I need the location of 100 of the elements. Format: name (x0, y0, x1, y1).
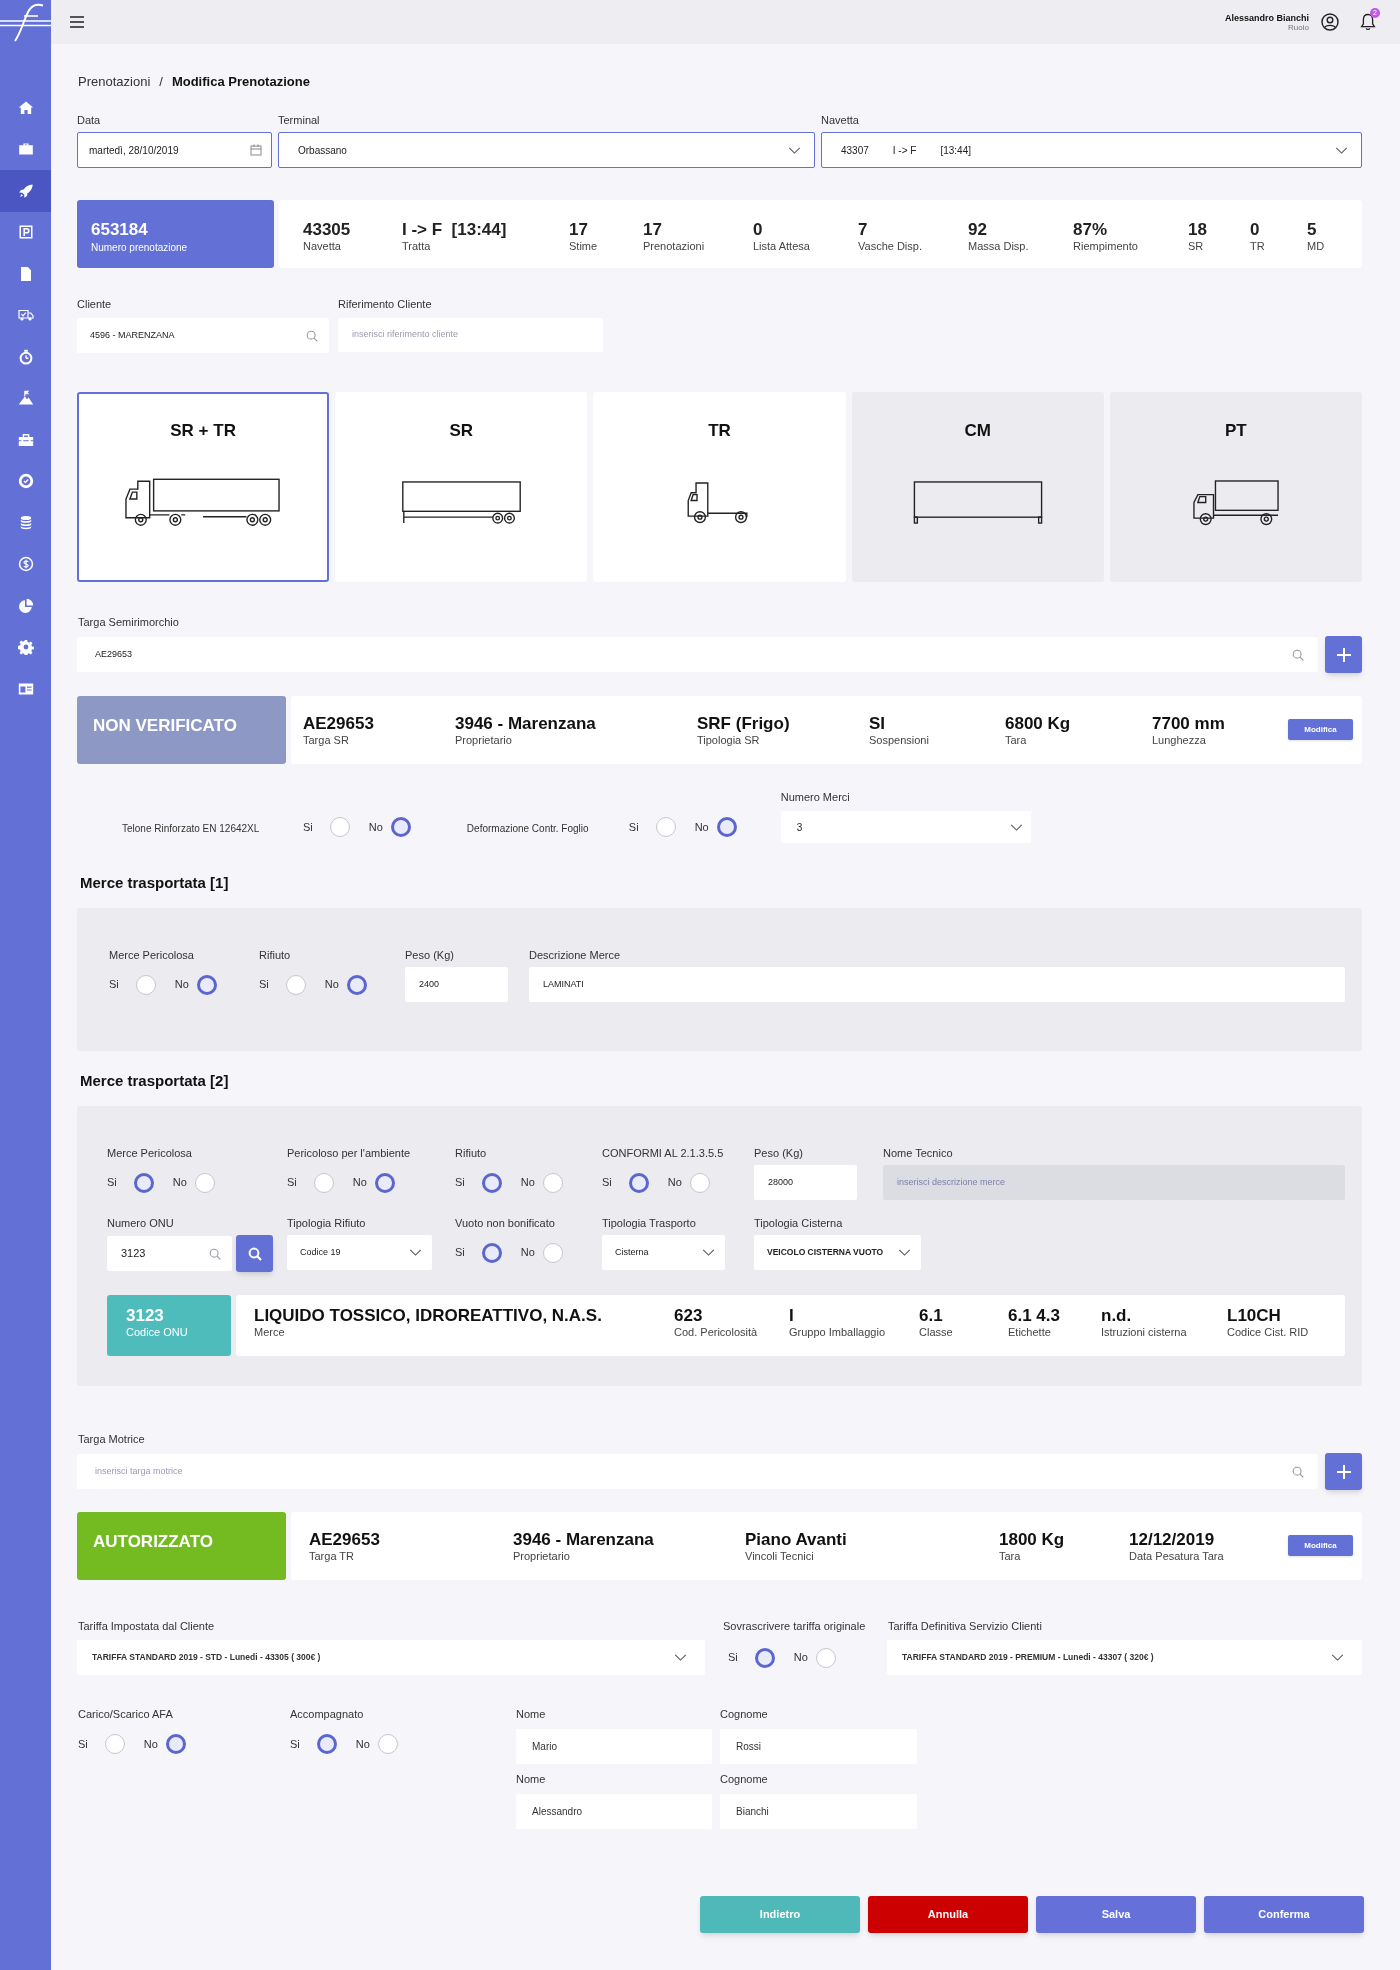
breadcrumb-link[interactable]: Prenotazioni (78, 74, 151, 90)
select-field[interactable]: Codice 19 (287, 1235, 432, 1270)
radio-label: No (355, 1737, 370, 1751)
select-field[interactable]: Cisterna (602, 1235, 725, 1270)
action-button[interactable]: Salva (1036, 1896, 1196, 1933)
search-icon (306, 329, 318, 342)
action-button[interactable]: Conferma (1204, 1896, 1364, 1933)
radio-button[interactable] (194, 1172, 215, 1193)
radio-button[interactable] (313, 1172, 334, 1193)
box-truck-icon (1191, 478, 1280, 526)
select-field[interactable]: Orbassano (278, 132, 815, 168)
user-name: Alessandro Bianchi (1224, 12, 1309, 23)
field-label: Terminal (278, 114, 321, 127)
select-field[interactable]: VEICOLO CISTERNA VUOTO (754, 1235, 921, 1270)
detail-value: 6.1 (919, 1306, 944, 1326)
radio-button[interactable] (815, 1647, 836, 1668)
action-button[interactable]: Annulla (868, 1896, 1028, 1933)
detail-label: Vincoli Tecnici (745, 1550, 815, 1563)
input-field[interactable]: 28000 (754, 1165, 857, 1200)
radio-button[interactable] (133, 1172, 154, 1193)
radio-label: Si (290, 1737, 300, 1751)
radio-button[interactable] (390, 817, 411, 837)
un-code-label: Codice ONU (126, 1326, 189, 1339)
menu-icon[interactable] (70, 16, 84, 28)
vehicle-type-option[interactable]: SR + TR (77, 392, 330, 582)
verification-status: NON VERIFICATO (77, 696, 286, 764)
radio-label: Si (259, 978, 269, 991)
input-field[interactable]: Rossi (720, 1729, 917, 1764)
radio-button[interactable] (377, 1734, 398, 1754)
edit-button[interactable]: Modifica (1288, 719, 1353, 740)
select-field[interactable]: TARIFFA STANDARD 2019 - STD - Lunedi - 43305 ( 300€ ) (77, 1640, 705, 1675)
radio-button[interactable] (135, 974, 156, 995)
field-label: Sovrascrivere tariffa originale (723, 1620, 867, 1633)
detail-label: Istruzioni cisterna (1101, 1326, 1188, 1339)
search-button[interactable] (236, 1235, 273, 1272)
notification-bell-icon[interactable] (1360, 13, 1376, 31)
radio-label: Si (78, 1737, 88, 1751)
radio-button[interactable] (716, 817, 737, 837)
radio-label: No (694, 820, 709, 834)
edit-button[interactable]: Modifica (1288, 1535, 1353, 1556)
stat-value: 5 (1307, 220, 1318, 240)
radio-label: No (368, 820, 383, 834)
stat-label: Navetta (303, 240, 342, 253)
field-label: Peso (Kg) (405, 949, 454, 962)
search-field[interactable]: AE29653 (77, 637, 1318, 672)
radio-button[interactable] (104, 1734, 125, 1754)
detail-value: 3946 - Marenzana (455, 714, 597, 734)
radio-label: Si (602, 1176, 612, 1189)
input-field[interactable]: Bianchi (720, 1794, 917, 1829)
radio-button[interactable] (346, 974, 367, 995)
select-field[interactable]: 43307 I -> F [13:44] (821, 132, 1362, 168)
radio-button[interactable] (689, 1172, 710, 1193)
un-code: 3123 (126, 1306, 165, 1326)
stat-label: Riempimento (1073, 240, 1139, 253)
radio-label: Si (455, 1176, 465, 1189)
radio-button[interactable] (542, 1242, 563, 1263)
stat-value: 43305 (303, 220, 352, 240)
radio-button[interactable] (481, 1172, 502, 1193)
radio-button[interactable] (628, 1172, 649, 1193)
add-button[interactable] (1325, 636, 1362, 673)
stat-value: 0 (753, 220, 764, 240)
stat-label: Stime (569, 240, 599, 253)
search-icon (209, 1247, 221, 1260)
input-field[interactable]: Alessandro (516, 1794, 712, 1829)
vehicle-type-option[interactable]: TR (593, 392, 846, 582)
add-button[interactable] (1325, 1453, 1362, 1490)
user-account-icon[interactable] (1321, 13, 1339, 31)
search-field[interactable]: 3123 (107, 1236, 232, 1271)
toolbox-icon (17, 431, 34, 448)
input-field[interactable]: 2400 (405, 967, 508, 1002)
radio-button[interactable] (754, 1647, 775, 1668)
radio-button[interactable] (481, 1242, 502, 1263)
date-field[interactable]: martedì, 28/10/2019 (77, 132, 272, 168)
field-label: CONFORMI AL 2.1.3.5.5 (602, 1147, 724, 1160)
parking-icon (17, 224, 34, 241)
detail-value: 6800 Kg (1005, 714, 1072, 734)
search-field[interactable]: 4596 - MARENZANA (77, 318, 329, 353)
field-label: Numero Merci (780, 791, 851, 804)
radio-button[interactable] (285, 974, 306, 995)
select-field[interactable]: 3 (780, 811, 1031, 843)
radio-button[interactable] (196, 974, 217, 995)
field-label: Tipologia Cisterna (754, 1217, 843, 1230)
input-field[interactable]: Mario (516, 1729, 712, 1764)
select-field[interactable]: TARIFFA STANDARD 2019 - PREMIUM - Lunedi - 43307 ( 320€ ) (887, 1640, 1362, 1675)
input-field[interactable]: LAMINATI (529, 967, 1345, 1002)
radio-button[interactable] (542, 1172, 563, 1193)
nav-item[interactable] (0, 170, 51, 212)
radio-button[interactable] (655, 817, 676, 837)
field-label: Tariffa Impostata dal Cliente (77, 1620, 216, 1633)
radio-button[interactable] (316, 1734, 337, 1754)
radio-button[interactable] (165, 1734, 186, 1754)
radio-label: Si (107, 1176, 117, 1189)
radio-button[interactable] (329, 817, 350, 837)
detail-value: n.d. (1101, 1306, 1133, 1326)
radio-button[interactable] (374, 1172, 395, 1193)
calendar-icon (250, 144, 262, 156)
radio-label: Si (287, 1176, 297, 1189)
vehicle-type-option[interactable]: SR (335, 392, 588, 582)
chevron-down-icon (409, 1249, 422, 1256)
detail-value: LIQUIDO TOSSICO, IDROREATTIVO, N.A.S. (254, 1306, 603, 1326)
